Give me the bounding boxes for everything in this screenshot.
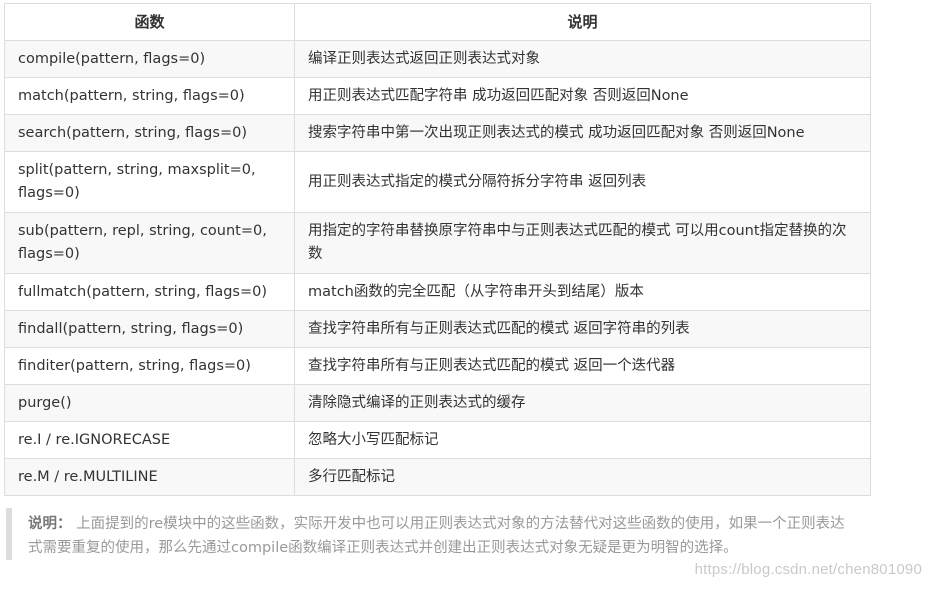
function-cell: purge() xyxy=(4,384,295,422)
description-cell: 清除隐式编译的正则表达式的缓存 xyxy=(294,384,871,422)
function-cell: fullmatch(pattern, string, flags=0) xyxy=(4,273,295,311)
description-cell: 编译正则表达式返回正则表达式对象 xyxy=(294,40,871,78)
description-cell: 用正则表达式匹配字符串 成功返回匹配对象 否则返回None xyxy=(294,77,871,115)
function-cell: findall(pattern, string, flags=0) xyxy=(4,310,295,348)
description-cell: 用指定的字符串替换原字符串中与正则表达式匹配的模式 可以用count指定替换的次… xyxy=(294,212,871,274)
table-row: findall(pattern, string, flags=0) 查找字符串所… xyxy=(4,310,871,348)
header-description: 说明 xyxy=(294,3,871,41)
table-row: re.I / re.IGNORECASE 忽略大小写匹配标记 xyxy=(4,421,871,459)
note-blockquote: 说明： 上面提到的re模块中的这些函数，实际开发中也可以用正则表达式对象的方法替… xyxy=(6,508,856,560)
note-text: 上面提到的re模块中的这些函数，实际开发中也可以用正则表达式对象的方法替代对这些… xyxy=(28,516,845,556)
function-cell: split(pattern, string, maxsplit=0, flags… xyxy=(4,151,295,213)
table-row: purge() 清除隐式编译的正则表达式的缓存 xyxy=(4,384,871,422)
description-cell: 搜索字符串中第一次出现正则表达式的模式 成功返回匹配对象 否则返回None xyxy=(294,114,871,152)
table-row: search(pattern, string, flags=0) 搜索字符串中第… xyxy=(4,114,871,152)
header-function: 函数 xyxy=(4,3,295,41)
description-cell: 忽略大小写匹配标记 xyxy=(294,421,871,459)
table-row: compile(pattern, flags=0) 编译正则表达式返回正则表达式… xyxy=(4,40,871,78)
functions-table: 函数 说明 compile(pattern, flags=0) 编译正则表达式返… xyxy=(4,3,871,496)
function-cell: re.I / re.IGNORECASE xyxy=(4,421,295,459)
description-cell: 用正则表达式指定的模式分隔符拆分字符串 返回列表 xyxy=(294,151,871,213)
table-row: sub(pattern, repl, string, count=0, flag… xyxy=(4,212,871,274)
function-cell: compile(pattern, flags=0) xyxy=(4,40,295,78)
description-cell: 多行匹配标记 xyxy=(294,458,871,496)
table-row: split(pattern, string, maxsplit=0, flags… xyxy=(4,151,871,213)
function-cell: re.M / re.MULTILINE xyxy=(4,458,295,496)
description-cell: 查找字符串所有与正则表达式匹配的模式 返回一个迭代器 xyxy=(294,347,871,385)
function-cell: search(pattern, string, flags=0) xyxy=(4,114,295,152)
function-cell: match(pattern, string, flags=0) xyxy=(4,77,295,115)
function-cell: sub(pattern, repl, string, count=0, flag… xyxy=(4,212,295,274)
watermark: https://blog.csdn.net/chen801090 xyxy=(694,561,922,578)
description-cell: match函数的完全匹配（从字符串开头到结尾）版本 xyxy=(294,273,871,311)
table-row: match(pattern, string, flags=0) 用正则表达式匹配… xyxy=(4,77,871,115)
table-header-row: 函数 说明 xyxy=(4,3,871,41)
description-cell: 查找字符串所有与正则表达式匹配的模式 返回字符串的列表 xyxy=(294,310,871,348)
table-row: re.M / re.MULTILINE 多行匹配标记 xyxy=(4,458,871,496)
function-cell: finditer(pattern, string, flags=0) xyxy=(4,347,295,385)
table-row: fullmatch(pattern, string, flags=0) matc… xyxy=(4,273,871,311)
table-row: finditer(pattern, string, flags=0) 查找字符串… xyxy=(4,347,871,385)
note-label: 说明： xyxy=(28,516,72,532)
